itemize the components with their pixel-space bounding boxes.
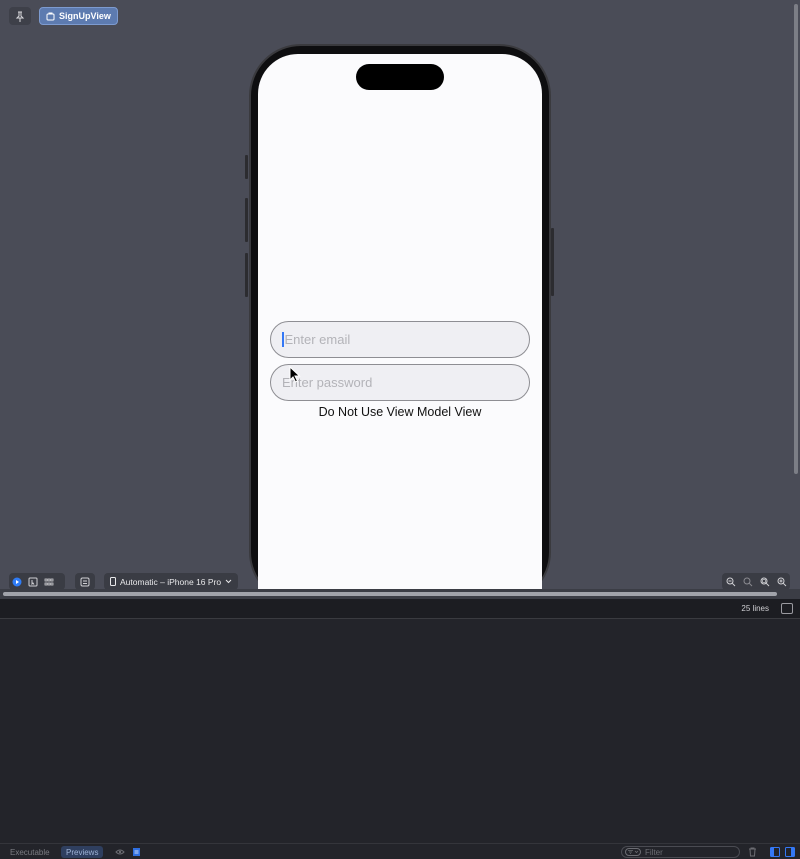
tab-previews[interactable]: Previews [61, 846, 104, 858]
mouse-pointer-icon [289, 366, 301, 383]
device-settings-button[interactable] [75, 573, 95, 590]
console-header: 25 lines [0, 599, 800, 619]
phone-power-button [551, 228, 554, 296]
filter-icon [625, 848, 641, 856]
console-toggle-button[interactable] [781, 603, 793, 614]
phone-volume-up-button [245, 198, 248, 242]
tab-executable[interactable]: Executable [5, 846, 55, 858]
variants-button[interactable] [41, 574, 57, 590]
preview-chip-label: SignUpView [59, 11, 111, 21]
zoom-in-button[interactable] [774, 574, 790, 590]
device-label: Automatic – iPhone 16 Pro [120, 576, 222, 587]
live-mode-button[interactable] [9, 574, 25, 590]
iphone-icon [110, 577, 116, 586]
phone-action-button [245, 155, 248, 179]
select-cursor-icon [28, 577, 38, 586]
phone-volume-down-button [245, 253, 248, 297]
zoom-out-icon [726, 577, 735, 586]
console-output-area[interactable] [0, 620, 800, 843]
password-field[interactable]: Enter password [270, 364, 530, 401]
line-count: 25 lines [741, 604, 769, 613]
preview-mode-group [9, 573, 65, 590]
scrollbar-thumb[interactable] [794, 4, 798, 474]
email-placeholder: Enter email [284, 332, 351, 347]
dynamic-island [356, 64, 444, 90]
trash-icon[interactable] [748, 847, 757, 857]
canvas-horizontal-scrollbar[interactable] [0, 589, 800, 599]
zoom-actual-size-button[interactable] [740, 574, 756, 590]
grid-icon [44, 578, 54, 585]
eye-icon[interactable] [115, 848, 125, 856]
debug-statusbar: Executable Previews Filter [0, 843, 800, 859]
split-right-icon[interactable] [785, 847, 795, 857]
zoom-out-button[interactable] [723, 574, 739, 590]
zoom-in-icon [777, 577, 786, 586]
view-model-label: Do Not Use View Model View [318, 405, 482, 419]
device-selector-menu[interactable]: Automatic – iPhone 16 Pro [104, 573, 239, 590]
document-icon[interactable] [132, 847, 141, 857]
scrollbar-thumb[interactable] [3, 592, 777, 596]
preview-selector-chip[interactable]: SignUpView [39, 7, 118, 25]
filter-placeholder: Filter [645, 847, 663, 857]
zoom-reset-icon [743, 577, 752, 586]
device-settings-icon [80, 577, 90, 586]
pin-preview-button[interactable] [9, 7, 31, 25]
play-circle-icon [12, 577, 22, 586]
chevron-down-icon [225, 579, 232, 584]
zoom-controls [722, 573, 790, 590]
zoom-to-fit-button[interactable] [757, 574, 773, 590]
zoom-fit-icon [760, 577, 769, 586]
filter-field[interactable]: Filter [621, 846, 740, 858]
split-left-icon[interactable] [770, 847, 780, 857]
preview-view-icon [46, 12, 55, 20]
selectable-mode-button[interactable] [25, 574, 41, 590]
canvas-vertical-scrollbar[interactable] [792, 0, 800, 589]
email-field[interactable]: Enter email [270, 321, 530, 358]
text-caret [282, 332, 284, 347]
pin-icon [15, 11, 25, 22]
